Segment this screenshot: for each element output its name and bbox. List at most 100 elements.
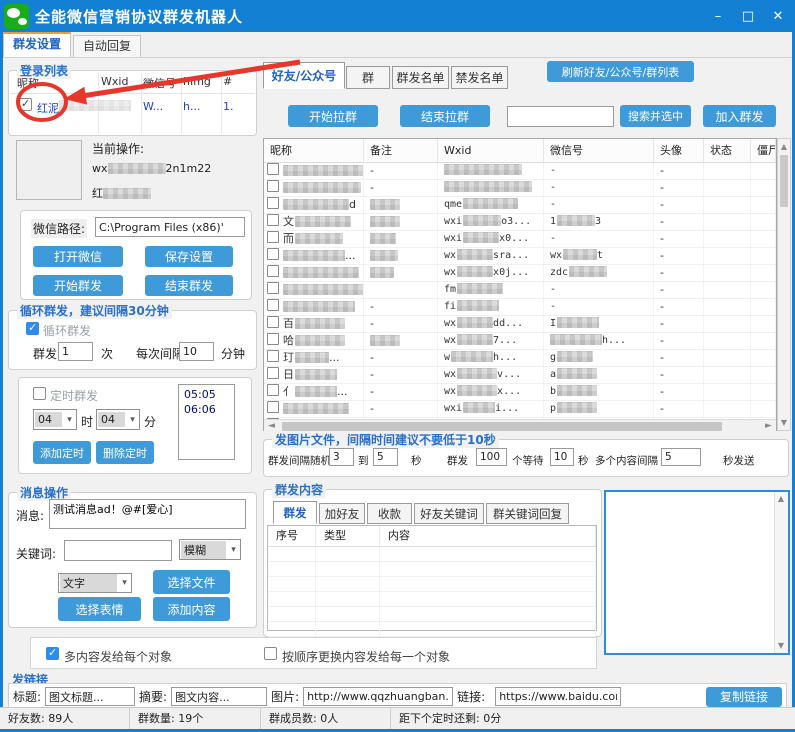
tab-auto-reply[interactable]: 自动回复 [73, 35, 141, 57]
friend-row[interactable]: 日-wxv...a- [264, 367, 776, 384]
search-select-button[interactable]: 搜索并选中 [620, 105, 691, 127]
scrollbar-thumb[interactable] [282, 422, 722, 431]
row-select-checkbox[interactable] [267, 180, 279, 192]
save-settings-button[interactable]: 保存设置 [145, 246, 233, 267]
link-url-input[interactable] [495, 687, 621, 706]
interval-from-input[interactable] [329, 448, 354, 466]
start-pull-group-button[interactable]: 开始拉群 [288, 105, 378, 127]
minimize-icon[interactable]: – [703, 0, 733, 32]
link-summary-input[interactable] [171, 687, 267, 706]
end-pull-group-button[interactable]: 结束拉群 [400, 105, 490, 127]
send-times-input[interactable] [58, 342, 93, 361]
row-select-checkbox[interactable] [267, 316, 279, 328]
log-scrollbar[interactable]: ▲ ▼ [774, 492, 788, 653]
row-select-checkbox[interactable] [267, 248, 279, 260]
multi-content-interval-input[interactable] [661, 448, 701, 466]
row-select-checkbox[interactable] [267, 401, 279, 413]
friend-row[interactable]: dqme-- [264, 197, 776, 214]
col-wxid[interactable]: Wxid [438, 139, 544, 162]
add-content-button[interactable]: 添加内容 [153, 597, 230, 621]
friend-row[interactable]: ...wxsra...wxt- [264, 248, 776, 265]
friend-row[interactable]: 百-wxdd...I- [264, 316, 776, 333]
refresh-lists-button[interactable]: 刷新好友/公众号/群列表 [547, 61, 694, 82]
content-type-select[interactable]: 文字 ▾ [58, 573, 132, 593]
wechat-path-input[interactable] [95, 217, 245, 237]
interval-to-input[interactable] [373, 448, 398, 466]
row-select-checkbox[interactable] [267, 231, 279, 243]
friend-row[interactable]: 玎...-wh...g- [264, 350, 776, 367]
multi-content-checkbox[interactable] [46, 647, 59, 660]
message-textarea[interactable]: 测试消息ad！@#[爱心] [49, 499, 246, 529]
row-select-checkbox[interactable] [267, 197, 279, 209]
scrollbar-thumb[interactable] [780, 155, 788, 207]
tab-mass-send-settings[interactable]: 群发设置 [3, 32, 71, 57]
timer-time-item[interactable]: 06:06 [184, 402, 229, 417]
col-wechat-id[interactable]: 微信号 [544, 139, 654, 162]
row-select-checkbox[interactable] [267, 265, 279, 277]
row-select-checkbox[interactable] [267, 299, 279, 311]
tab-add-friend[interactable]: 加好友 [319, 503, 365, 524]
friend-row[interactable]: 亻...-wxx...b- [264, 384, 776, 401]
row-select-checkbox[interactable] [267, 367, 279, 379]
friend-row[interactable]: 而wxix0...-- [264, 231, 776, 248]
timer-time-item[interactable]: 05:05 [184, 387, 229, 402]
select-emoji-button[interactable]: 选择表情 [58, 597, 141, 621]
friend-row[interactable]: 哈wx7...h...- [264, 333, 776, 350]
friend-row[interactable]: -fi-- [264, 299, 776, 316]
add-timer-button[interactable]: 添加定时 [33, 441, 91, 464]
copy-link-button[interactable]: 复制链接 [706, 687, 782, 707]
tab-send-list[interactable]: 群发名单 [392, 66, 449, 89]
batch-count-input[interactable] [476, 448, 507, 466]
select-file-button[interactable]: 选择文件 [153, 570, 230, 594]
col-nickname[interactable]: 昵称 [264, 139, 364, 162]
friend-row[interactable]: --- [264, 180, 776, 197]
timer-send-checkbox[interactable] [33, 387, 46, 400]
col-status[interactable]: 状态 [704, 139, 751, 162]
row-select-checkbox[interactable] [267, 333, 279, 345]
loop-send-checkbox[interactable] [26, 322, 39, 335]
tab-group-keyword-reply[interactable]: 群关键词回复 [486, 503, 569, 524]
tab-collect-payment[interactable]: 收款 [367, 503, 412, 524]
match-mode-select[interactable]: 模糊 ▾ [179, 539, 241, 560]
scroll-right-icon[interactable]: ► [762, 420, 775, 433]
tab-friend-keyword[interactable]: 好友关键词 [414, 503, 484, 524]
close-icon[interactable]: ✕ [763, 0, 793, 32]
scroll-up-icon[interactable]: ▲ [778, 140, 790, 153]
friend-row[interactable]: --- [264, 163, 776, 180]
vertical-scrollbar[interactable]: ▲ ▼ [777, 138, 791, 431]
row-select-checkbox[interactable] [267, 163, 279, 175]
row-select-checkbox[interactable] [267, 384, 279, 396]
log-textbox[interactable]: ▲ ▼ [604, 490, 790, 655]
tab-banned-list[interactable]: 禁发名单 [451, 66, 508, 89]
login-row-checkbox[interactable] [19, 98, 32, 111]
row-select-checkbox[interactable] [267, 282, 279, 294]
maximize-icon[interactable]: □ [733, 0, 763, 32]
tab-groups[interactable]: 群 [346, 66, 390, 89]
link-image-input[interactable] [303, 687, 453, 706]
scroll-down-icon[interactable]: ▼ [775, 640, 787, 652]
scroll-down-icon[interactable]: ▼ [778, 416, 790, 429]
col-zombie[interactable]: 僵尸 [751, 139, 776, 162]
friend-row[interactable]: wxx0j...zdc- [264, 265, 776, 282]
scroll-up-icon[interactable]: ▲ [775, 493, 787, 505]
open-wechat-button[interactable]: 打开微信 [33, 246, 123, 267]
sequential-content-checkbox[interactable] [264, 647, 277, 660]
hour-select[interactable]: 04 ▾ [33, 409, 77, 430]
row-select-checkbox[interactable] [267, 350, 279, 362]
link-title-input[interactable] [45, 687, 135, 706]
interval-input[interactable] [179, 342, 214, 361]
wait-seconds-input[interactable] [550, 448, 574, 466]
delete-timer-button[interactable]: 删除定时 [96, 441, 154, 464]
col-avatar[interactable]: 头像 [654, 139, 704, 162]
search-input[interactable] [507, 106, 614, 127]
start-mass-send-button[interactable]: 开始群发 [33, 275, 123, 296]
tab-mass-send[interactable]: 群发 [273, 501, 317, 524]
friend-row[interactable]: fm-- [264, 282, 776, 299]
friend-row[interactable]: -wxii...p- [264, 401, 776, 418]
col-remark[interactable]: 备注 [364, 139, 438, 162]
add-to-send-button[interactable]: 加入群发 [703, 105, 776, 127]
friend-row[interactable]: 文wxio3...13- [264, 214, 776, 231]
row-select-checkbox[interactable] [267, 214, 279, 226]
minute-select[interactable]: 04 ▾ [96, 409, 140, 430]
timer-times-listbox[interactable]: 05:05 06:06 [178, 384, 235, 460]
